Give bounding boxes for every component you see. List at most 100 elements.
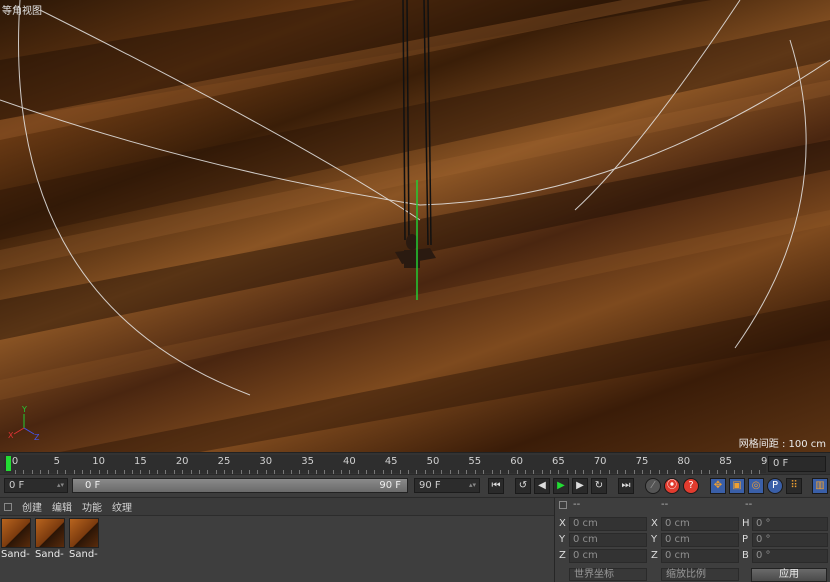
timeline-tick-label: 85 — [719, 456, 732, 467]
material-swatch[interactable]: Sand- — [1, 518, 33, 560]
coord-header-rot: -- — [745, 499, 753, 510]
size-z-field[interactable]: 0 cm — [661, 549, 739, 563]
timeline-tick-label: 45 — [384, 456, 398, 467]
size-x-label: X — [651, 518, 658, 529]
range-start-label: 0 F — [85, 480, 101, 491]
coordinates-manager: -- -- -- X 0 cm X 0 cm H 0 ° Y 0 cm Y 0 … — [554, 497, 830, 582]
menu-texture[interactable]: 纹理 — [112, 499, 132, 514]
coord-row-2: Y 0 cm Y 0 cm P 0 ° — [555, 532, 830, 548]
scene-render: Y X Z — [0, 0, 830, 452]
play-button[interactable]: ▶ — [553, 478, 569, 494]
timeline-tick-label: 70 — [593, 456, 607, 467]
material-name: Sand- — [35, 549, 64, 560]
stepper-icon[interactable]: ▴▾ — [469, 479, 476, 492]
menu-create[interactable]: 创建 — [22, 499, 42, 514]
material-menu-bar: 创建 编辑 功能 纹理 — [0, 498, 554, 516]
end-frame-value: 90 F — [419, 480, 441, 491]
size-y-label: Y — [651, 534, 658, 545]
pos-z-label: Z — [559, 550, 566, 561]
coord-header-pos: -- — [573, 499, 581, 510]
position-key-button[interactable]: ✥ — [710, 478, 726, 494]
current-frame-field[interactable]: 0 F — [768, 456, 826, 472]
scale-mode-dropdown[interactable]: 缩放比例 — [661, 568, 739, 581]
rot-b-label: B — [742, 550, 749, 561]
svg-text:Z: Z — [34, 433, 40, 442]
material-swatch[interactable]: Sand- — [35, 518, 67, 560]
viewport-title: 等角视图 — [2, 6, 42, 17]
size-y-field[interactable]: 0 cm — [661, 533, 739, 547]
panel-toggle-icon[interactable] — [4, 502, 12, 511]
pla-key-button[interactable]: ⠿ — [786, 478, 802, 494]
coord-header-size: -- — [661, 499, 669, 510]
timeline-tick-label: 15 — [134, 456, 147, 467]
coord-header: -- -- -- — [555, 498, 830, 512]
pos-x-field[interactable]: 0 cm — [569, 517, 647, 531]
material-name: Sand- — [1, 549, 30, 560]
transport-bar: 0 F ▴▾ 0 F 90 F 90 F ▴▾ ⏮ ↺ ◀ ▶ ▶ ↻ ⏭ ⁄ ⦿ … — [0, 474, 830, 496]
pos-y-field[interactable]: 0 cm — [569, 533, 647, 547]
stepper-icon[interactable]: ▴▾ — [57, 479, 64, 492]
prev-key-button[interactable]: ↺ — [515, 478, 531, 494]
material-preview-icon — [35, 518, 65, 548]
svg-text:X: X — [8, 431, 14, 440]
range-slider[interactable]: 0 F 90 F — [72, 478, 408, 493]
timeline-tick-label: 25 — [217, 456, 231, 467]
start-frame-value: 0 F — [9, 480, 25, 491]
timeline-tick-label: 10 — [92, 456, 105, 467]
autokey-button[interactable]: ⦿ — [664, 478, 680, 494]
range-end-label: 90 F — [379, 480, 401, 491]
start-frame-field[interactable]: 0 F ▴▾ — [4, 478, 68, 493]
size-x-field[interactable]: 0 cm — [661, 517, 739, 531]
coord-row-1: X 0 cm X 0 cm H 0 ° — [555, 516, 830, 532]
rot-b-field[interactable]: 0 ° — [752, 549, 828, 563]
material-manager: 创建 编辑 功能 纹理 Sand- Sand- Sand- — [0, 497, 554, 582]
material-preview-icon — [69, 518, 99, 548]
prev-frame-button[interactable]: ◀ — [534, 478, 550, 494]
timeline-tick-label: 35 — [301, 456, 314, 467]
timeline-tick-label: 0 — [11, 456, 19, 467]
size-z-label: Z — [651, 550, 658, 561]
grid-spacing-label: 网格间距 : 100 cm — [738, 439, 826, 450]
menu-function[interactable]: 功能 — [82, 499, 102, 514]
rot-p-label: P — [742, 534, 749, 545]
panel-toggle-icon[interactable] — [559, 501, 567, 509]
timeline-ruler[interactable]: 051015202530354045505560657075808590 0 F — [0, 452, 830, 474]
rot-h-field[interactable]: 0 ° — [752, 517, 828, 531]
rotation-key-button[interactable]: ◎ — [748, 478, 764, 494]
material-name: Sand- — [69, 549, 98, 560]
timeline-tick-label: 20 — [175, 456, 189, 467]
timeline-tick-label: 75 — [635, 456, 649, 467]
pos-y-label: Y — [559, 534, 566, 545]
goto-end-button[interactable]: ⏭ — [618, 478, 634, 494]
menu-edit[interactable]: 编辑 — [52, 499, 72, 514]
apply-button[interactable]: 应用 — [751, 568, 827, 582]
timeline-tick-label: 60 — [510, 456, 523, 467]
record-disabled-button[interactable]: ⁄ — [645, 478, 661, 494]
goto-start-button[interactable]: ⏮ — [488, 478, 504, 494]
pos-z-field[interactable]: 0 cm — [569, 549, 647, 563]
material-preview-icon — [1, 518, 31, 548]
timeline-tick-label: 55 — [468, 456, 482, 467]
rot-p-field[interactable]: 0 ° — [752, 533, 828, 547]
timeline-tick-label: 65 — [552, 456, 565, 467]
playhead[interactable] — [6, 456, 11, 471]
rot-h-label: H — [742, 518, 750, 529]
world-axis-gizmo: Y X Z — [8, 405, 40, 442]
end-frame-field[interactable]: 90 F ▴▾ — [414, 478, 480, 493]
timeline-tick-label: 80 — [677, 456, 691, 467]
keyframe-selection-button[interactable]: ? — [683, 478, 699, 494]
timeline-tick-label: 40 — [343, 456, 356, 467]
next-key-button[interactable]: ↻ — [591, 478, 607, 494]
timeline-tick-label: 50 — [426, 456, 440, 467]
timeline-tick-label: 30 — [259, 456, 273, 467]
timeline-window-button[interactable]: ▥ — [812, 478, 828, 494]
coord-row-3: Z 0 cm Z 0 cm B 0 ° — [555, 548, 830, 564]
material-swatch[interactable]: Sand- — [69, 518, 101, 560]
svg-text:Y: Y — [21, 405, 27, 414]
scale-key-button[interactable]: ▣ — [729, 478, 745, 494]
coordinate-space-dropdown[interactable]: 世界坐标 — [569, 568, 647, 581]
3d-viewport[interactable]: Y X Z 等角视图 网格间距 : 100 cm — [0, 0, 830, 452]
pos-x-label: X — [559, 518, 566, 529]
next-frame-button[interactable]: ▶ — [572, 478, 588, 494]
parameter-key-button[interactable]: P — [767, 478, 783, 494]
